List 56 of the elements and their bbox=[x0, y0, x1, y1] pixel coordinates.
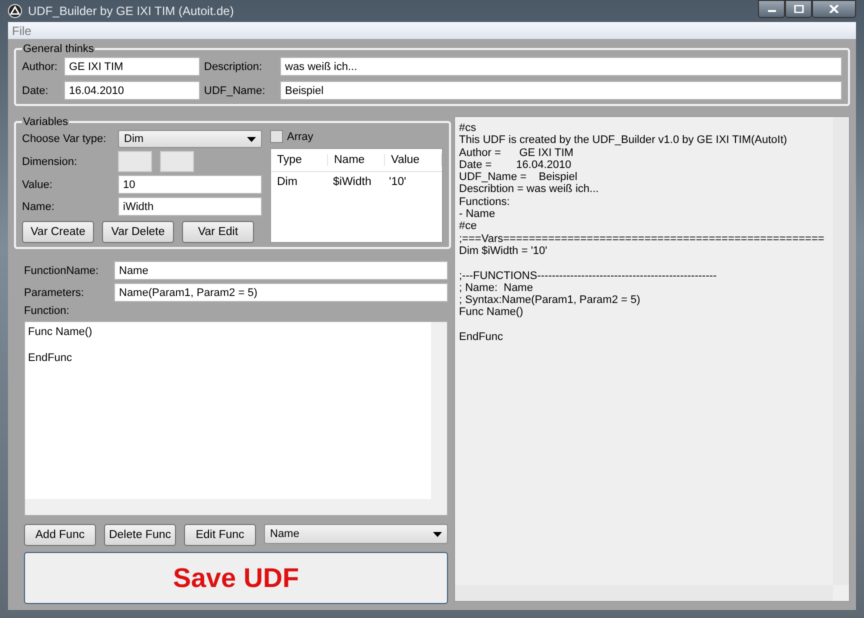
dropdown-arrow-icon bbox=[433, 532, 442, 536]
column-header[interactable]: Type bbox=[271, 154, 328, 166]
array-checkbox[interactable]: Array bbox=[270, 130, 443, 143]
window-title: UDF_Builder by GE IXI TIM (Autoit.de) bbox=[28, 4, 234, 18]
minimize-button[interactable] bbox=[758, 0, 785, 18]
maximize-icon bbox=[794, 5, 804, 13]
text-field[interactable]: Beispiel bbox=[280, 81, 842, 100]
field-label: UDF_Name: bbox=[204, 84, 266, 96]
parameters-field[interactable]: Name(Param1, Param2 = 5) bbox=[114, 283, 448, 302]
function-editor[interactable]: Func Name() EndFunc bbox=[24, 321, 448, 516]
text-field[interactable]: GE IXI TIM bbox=[64, 57, 200, 76]
field-label: FunctionName: bbox=[24, 264, 100, 276]
function-button[interactable]: Add Func bbox=[24, 524, 96, 546]
field-label: Parameters: bbox=[24, 286, 85, 298]
horizontal-scrollbar[interactable] bbox=[25, 499, 447, 515]
field-label: Description: bbox=[204, 60, 264, 72]
table-cell-text: $iWidth bbox=[332, 176, 372, 188]
field-label: Author: bbox=[22, 60, 58, 72]
var-button[interactable]: Var Edit bbox=[182, 221, 254, 243]
field-label: Name: bbox=[22, 200, 56, 212]
var-button[interactable]: Var Delete bbox=[102, 221, 174, 243]
dimension-field[interactable] bbox=[160, 151, 194, 172]
text-field[interactable]: 16.04.2010 bbox=[64, 81, 200, 100]
var-type-dropdown[interactable]: Dim bbox=[118, 130, 262, 148]
app-icon bbox=[8, 4, 22, 18]
function-dropdown[interactable]: Name bbox=[264, 524, 448, 544]
column-header[interactable]: Value bbox=[385, 154, 442, 166]
text-field[interactable]: was weiß ich... bbox=[280, 57, 842, 76]
column-header[interactable]: Name bbox=[328, 154, 385, 166]
maximize-button[interactable] bbox=[785, 0, 812, 18]
close-button[interactable] bbox=[812, 0, 856, 18]
value-field[interactable]: 10 bbox=[118, 175, 262, 194]
table-cell-text: '10' bbox=[388, 176, 408, 188]
field-label: Function: bbox=[24, 305, 70, 317]
horizontal-scrollbar[interactable] bbox=[455, 585, 833, 601]
group-title: Variables bbox=[22, 116, 70, 128]
function-button[interactable]: Delete Func bbox=[104, 524, 176, 546]
code-text: Func Name() EndFunc bbox=[27, 325, 94, 366]
field-label: Date: bbox=[22, 84, 50, 96]
name-field[interactable]: iWidth bbox=[118, 197, 262, 216]
field-label: Value: bbox=[22, 178, 54, 190]
generated-code: #cs This UDF is created by the UDF_Builder v1.0 by GE IXI TIM(AutoIt) Author = GE IXI TIM Date = 16.04.2010 UDF_Name = Beispiel Describtion = was weiß ich... Functions: - Name #ce ;===Vars================================================== Dim $iWidth = '10' ;---FUNCTIONS------------------------------------------------- ; Name: Name ; Syntax:Name(Param1, Param2 = 5) Func Name() EndFunc bbox=[458, 121, 826, 346]
close-icon bbox=[829, 5, 839, 13]
vertical-scrollbar[interactable] bbox=[431, 322, 447, 499]
vertical-scrollbar[interactable] bbox=[833, 117, 849, 585]
save-button[interactable]: Save UDF bbox=[24, 552, 448, 604]
field-label: Dimension: bbox=[22, 156, 78, 168]
var-button[interactable]: Var Create bbox=[22, 221, 94, 243]
group-title: General thinks bbox=[22, 43, 95, 55]
function-name-field[interactable]: Name bbox=[114, 261, 448, 280]
dimension-field[interactable] bbox=[118, 151, 152, 172]
menu-item[interactable]: File bbox=[12, 24, 32, 38]
dropdown-arrow-icon bbox=[247, 136, 256, 142]
field-label: Choose Var type: bbox=[22, 133, 108, 145]
function-button[interactable]: Edit Func bbox=[184, 524, 256, 546]
table-cell-text: Dim bbox=[276, 176, 298, 188]
